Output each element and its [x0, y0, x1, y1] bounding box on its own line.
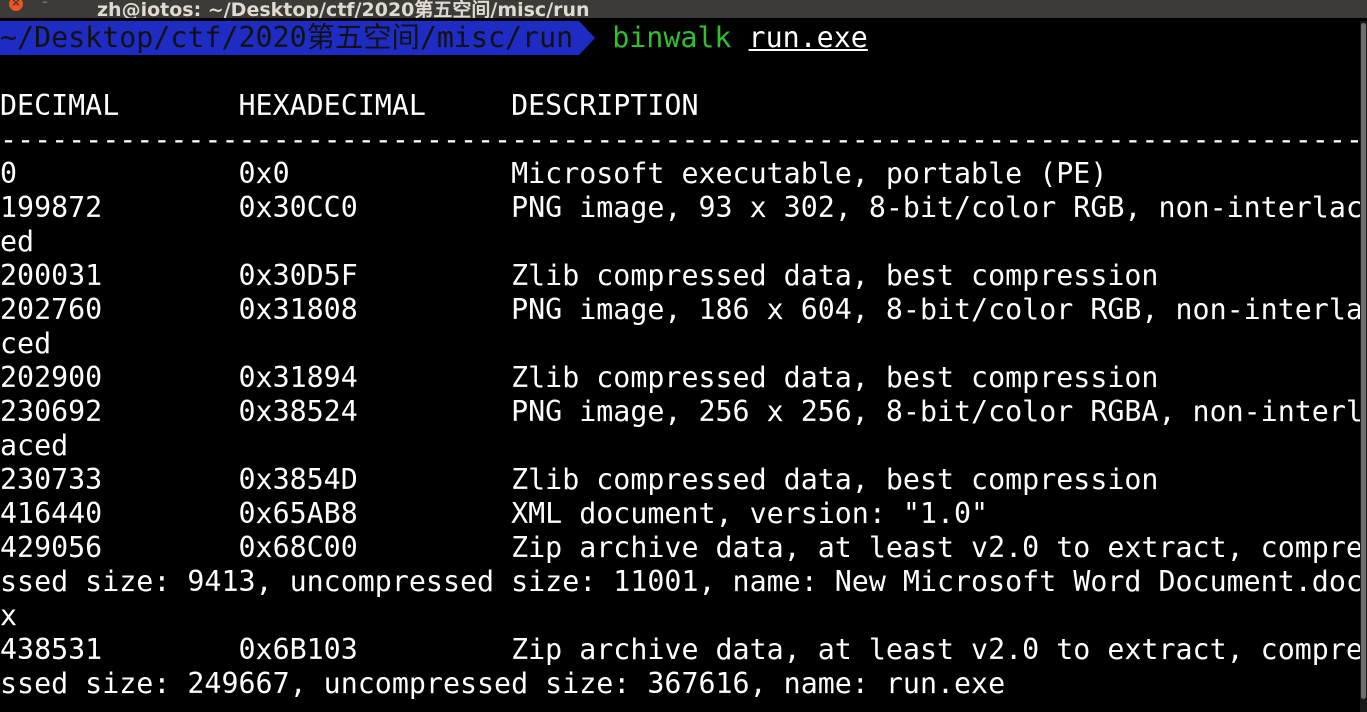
output-separator: ----------------------------------------… [0, 123, 1360, 156]
command-text: binwalk [612, 21, 732, 54]
window-titlebar: × – ˄ zh@iotos: ~/Desktop/ctf/2020第五空间/m… [0, 0, 1367, 18]
prompt-line: ~/Desktop/ctf/2020第五空间/misc/run binwalk … [0, 21, 1360, 55]
output-line: 200031 0x30D5F Zlib compressed data, bes… [0, 259, 1159, 292]
maximize-window-button[interactable]: ˄ [64, 0, 74, 10]
minimize-window-button[interactable]: – [40, 0, 50, 10]
output-line: 416440 0x65AB8 XML document, version: "1… [0, 497, 989, 530]
close-window-button[interactable]: × [9, 0, 23, 11]
terminal-output[interactable]: ~/Desktop/ctf/2020第五空间/misc/run binwalk … [0, 21, 1360, 712]
output-line: 202900 0x31894 Zlib compressed data, bes… [0, 361, 1159, 394]
output-line: 202760 0x31808 PNG image, 186 x 604, 8-b… [0, 293, 1360, 326]
output-line: ed [0, 225, 35, 258]
output-line: 199872 0x30CC0 PNG image, 93 x 302, 8-bi… [0, 191, 1360, 224]
output-line: aced [0, 429, 69, 462]
output-line: ced [0, 327, 52, 360]
terminal-scrollbar[interactable] [1360, 21, 1367, 712]
prompt-path: ~/Desktop/ctf/2020第五空间/misc/run [0, 21, 580, 55]
output-line: 230692 0x38524 PNG image, 256 x 256, 8-b… [0, 395, 1360, 428]
window-title: zh@iotos: ~/Desktop/ctf/2020第五空间/misc/ru… [97, 0, 590, 18]
command-argument: run.exe [748, 21, 868, 54]
output-line: x [0, 599, 18, 632]
output-header: DECIMAL HEXADECIMAL DESCRIPTION [0, 89, 699, 122]
output-line: 0 0x0 Microsoft executable, portable (PE… [0, 157, 1108, 190]
scrollbar-thumb[interactable] [1361, 23, 1366, 699]
prompt-arrow-icon [579, 21, 596, 55]
output-line: ssed size: 9413, uncompressed size: 1100… [0, 565, 1360, 598]
output-line: 429056 0x68C00 Zip archive data, at leas… [0, 531, 1360, 564]
output-line: 438531 0x6B103 Zip archive data, at leas… [0, 633, 1360, 666]
output-line: ssed size: 249667, uncompressed size: 36… [0, 667, 1006, 700]
output-line: 230733 0x3854D Zlib compressed data, bes… [0, 463, 1159, 496]
